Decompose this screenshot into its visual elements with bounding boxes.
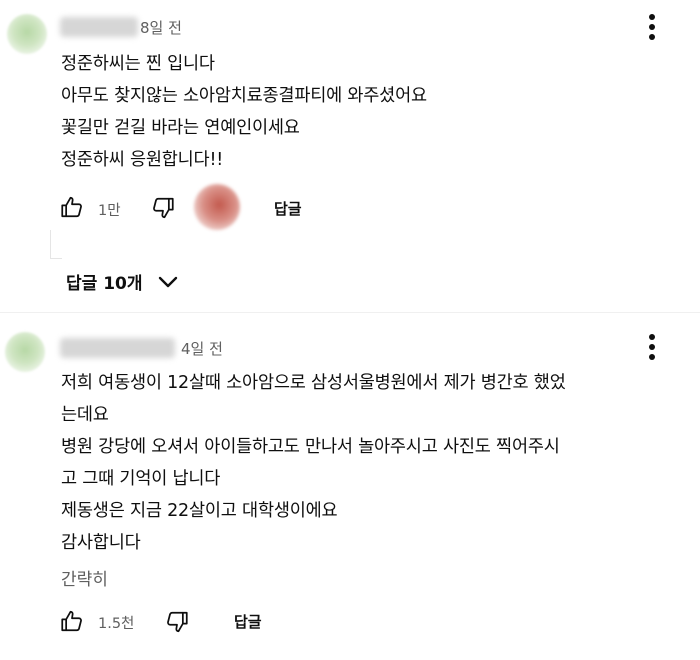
- comment-line: 꽃길만 걷길 바라는 연예인이세요: [61, 118, 300, 138]
- like-count: 1만: [98, 203, 121, 219]
- more-vert-icon: [649, 334, 655, 340]
- comment-line: 저희 여동생이 12살때 소아암으로 삼성서울병원에서 제가 병간호 했었: [61, 373, 566, 393]
- thumbs-down-icon: [167, 611, 188, 633]
- reply-button[interactable]: 답글: [274, 198, 302, 219]
- more-vert-icon-dot: [649, 34, 655, 40]
- more-vert-icon-dot: [649, 354, 655, 360]
- like-button[interactable]: [59, 194, 85, 220]
- comment-line: 아무도 찾지않는 소아암치료종결파티에 와주셨어요: [61, 86, 427, 106]
- thumbs-up-icon: [61, 610, 82, 632]
- comment-1: 8일 전 정준하씨는 찐 입니다 아무도 찾지않는 소아암치료종결파티에 와주셨…: [0, 0, 700, 310]
- thumbs-down-icon: [153, 197, 174, 219]
- comment-time: 4일 전: [181, 340, 223, 358]
- more-actions-button[interactable]: [640, 332, 664, 362]
- comment-text: 정준하씨는 찐 입니다 아무도 찾지않는 소아암치료종결파티에 와주셨어요 꽃길…: [61, 48, 427, 176]
- reply-thread-line: [50, 230, 51, 258]
- comment-line: 정준하씨 응원합니다!!: [61, 150, 224, 170]
- chevron-down-icon: [158, 276, 177, 287]
- more-vert-icon-dot: [649, 24, 655, 30]
- dislike-button[interactable]: [164, 609, 190, 635]
- comment-time: 8일 전: [140, 19, 182, 37]
- comment-line: 감사합니다: [61, 533, 141, 553]
- reply-thread-connector: [50, 258, 62, 259]
- comment-divider: [0, 312, 700, 313]
- read-less-link[interactable]: 간략히: [61, 565, 108, 590]
- thumbs-up-icon: [61, 196, 82, 218]
- author-name-blurred[interactable]: [60, 338, 175, 358]
- more-vert-icon: [649, 14, 655, 20]
- more-actions-button[interactable]: [640, 12, 664, 42]
- reply-button[interactable]: 답글: [234, 611, 262, 632]
- comment-line: 제동생은 지금 22살이고 대학생이에요: [61, 501, 338, 521]
- view-replies-toggle[interactable]: 답글 10개: [66, 269, 179, 294]
- author-avatar[interactable]: [5, 332, 45, 372]
- comment-line: 정준하씨는 찐 입니다: [61, 54, 215, 74]
- like-button[interactable]: [59, 608, 85, 634]
- comment-text: 저희 여동생이 12살때 소아암으로 삼성서울병원에서 제가 병간호 했었 는데…: [61, 367, 566, 559]
- creator-heart-avatar: [194, 184, 240, 230]
- comment-line: 병원 강당에 오셔서 아이들하고도 만나서 놀아주시고 사진도 찍어주시: [61, 437, 560, 457]
- dislike-button[interactable]: [150, 195, 176, 221]
- like-count: 1.5천: [98, 616, 135, 632]
- comment-2: 4일 전 저희 여동생이 12살때 소아암으로 삼성서울병원에서 제가 병간호 …: [0, 320, 700, 660]
- author-avatar[interactable]: [7, 14, 47, 54]
- author-name-blurred[interactable]: [60, 17, 138, 37]
- comment-line: 고 그때 기억이 납니다: [61, 469, 221, 489]
- more-vert-icon-dot: [649, 344, 655, 350]
- comment-line: 는데요: [61, 405, 109, 425]
- replies-count-label: 답글 10개: [66, 274, 143, 294]
